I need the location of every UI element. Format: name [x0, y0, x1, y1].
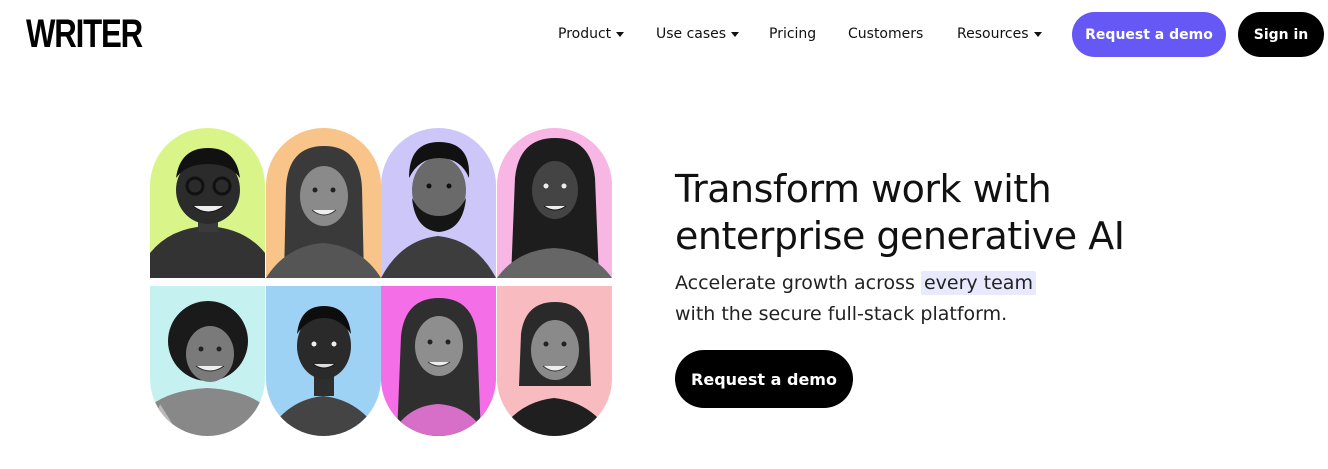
hero-subtitle: Accelerate growth across every team with… — [675, 268, 1235, 330]
portrait-man-shoulder-hair — [497, 286, 612, 436]
hero-request-demo-button[interactable]: Request a demo — [675, 350, 853, 408]
portrait-woman-curly-hair — [150, 286, 265, 436]
nav-resources[interactable]: Resources — [957, 24, 1042, 44]
portrait-young-man — [266, 286, 381, 436]
request-demo-button[interactable]: Request a demo — [1072, 12, 1226, 57]
hero-title-line1: Transform work with — [675, 167, 1052, 211]
portrait-column-3 — [381, 128, 496, 436]
portrait-man-beard — [381, 128, 496, 278]
portrait-woman-smiling — [266, 128, 381, 278]
portrait-column-4 — [497, 128, 612, 436]
nav-customers[interactable]: Customers — [848, 24, 923, 44]
portrait-column-2 — [266, 128, 381, 436]
hero-subtitle-line2: with the secure full-stack platform. — [675, 303, 1008, 325]
portrait-woman-long-hair — [381, 286, 496, 436]
nav-pricing-label: Pricing — [769, 26, 817, 42]
portrait-woman-braids — [497, 128, 612, 278]
hero-title-line2: enterprise generative AI — [675, 214, 1125, 258]
nav-product-label: Product — [558, 26, 612, 42]
nav-customers-label: Customers — [848, 26, 924, 42]
nav-product[interactable]: Product — [558, 24, 625, 44]
portrait-man-glasses — [150, 128, 265, 278]
nav-use-cases-label: Use cases — [656, 26, 727, 42]
writer-logo[interactable]: WRITER — [26, 12, 143, 56]
hero-subtitle-start: Accelerate growth across — [675, 272, 921, 294]
nav-resources-label: Resources — [957, 26, 1029, 42]
portrait-column-1 — [150, 128, 265, 436]
chevron-down-icon — [1033, 32, 1042, 37]
sign-in-button[interactable]: Sign in — [1238, 12, 1324, 57]
nav-pricing[interactable]: Pricing — [769, 24, 816, 44]
hero-title: Transform work with enterprise generativ… — [675, 166, 1235, 260]
nav-use-cases[interactable]: Use cases — [656, 24, 740, 44]
hero-subtitle-highlight: every team — [920, 271, 1036, 295]
chevron-down-icon — [731, 32, 740, 37]
chevron-down-icon — [616, 32, 625, 37]
